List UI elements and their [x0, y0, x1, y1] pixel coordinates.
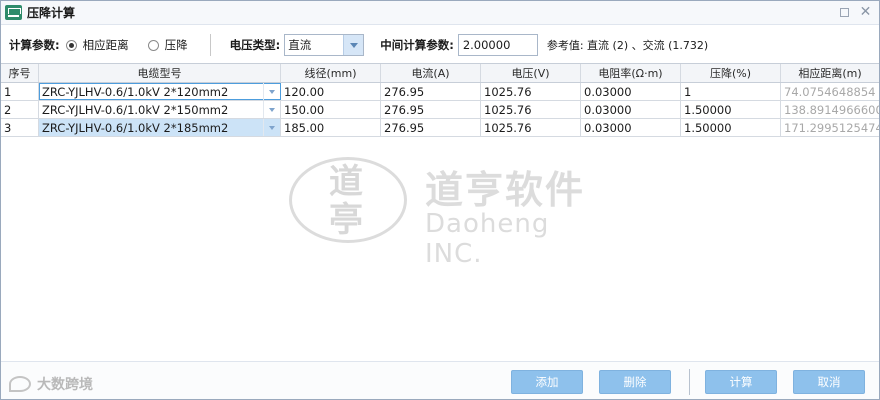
- mid-calc-value: 2.00000: [462, 38, 511, 52]
- delete-button[interactable]: 删除: [599, 370, 671, 394]
- header-current[interactable]: 电流(A): [381, 64, 481, 82]
- cell-distance: 171.2995125474: [784, 120, 879, 135]
- header-voltage[interactable]: 电压(V): [481, 64, 581, 82]
- bottom-watermark: 大数跨境: [9, 374, 93, 394]
- cell-resistivity[interactable]: 0.03000: [581, 101, 681, 118]
- cancel-button[interactable]: 取消: [793, 370, 865, 394]
- cell-current[interactable]: 276.95: [381, 83, 481, 100]
- chevron-down-icon[interactable]: [263, 119, 280, 136]
- header-wire-diameter[interactable]: 线径(mm): [281, 64, 381, 82]
- table-row[interactable]: 2 ZRC-YJLHV-0.6/1.0kV 2*150mm2 150.00 27…: [1, 101, 879, 119]
- mid-calc-input[interactable]: 2.00000: [457, 34, 538, 56]
- company-watermark: 道 亭 道亨软件 Daoheng INC.: [289, 151, 609, 269]
- watermark-company-en: Daoheng INC.: [425, 209, 550, 269]
- radio-drop-icon[interactable]: [147, 39, 159, 51]
- button-bar: 大数跨境 添加 删除 计算 取消: [1, 361, 879, 399]
- cell-distance: 138.8914966600: [784, 102, 879, 117]
- radio-drop-label: 压降: [164, 38, 188, 52]
- chevron-down-icon[interactable]: [263, 101, 280, 118]
- table-header: 序号 电缆型号 线径(mm) 电流(A) 电压(V) 电阻率(Ω·m) 压降(%…: [1, 64, 879, 83]
- cell-index[interactable]: 3: [1, 119, 39, 136]
- radio-distance-icon[interactable]: [65, 39, 77, 51]
- voltage-drop-dialog: 压降计算 ✕ 计算参数: 相应距离 压降 电压类型: 直流 中间计算参数: 2.…: [0, 0, 880, 400]
- cell-voltage[interactable]: 1025.76: [481, 119, 581, 136]
- param-divider: [209, 34, 211, 56]
- voltage-type-value: 直流: [288, 38, 312, 52]
- chevron-down-icon[interactable]: [343, 35, 364, 55]
- table-row[interactable]: 3 ZRC-YJLHV-0.6/1.0kV 2*185mm2 185.00 27…: [1, 119, 879, 137]
- chevron-down-icon[interactable]: [263, 83, 280, 100]
- watermark-glyph-top: 道: [329, 162, 363, 202]
- cell-index[interactable]: 1: [1, 83, 39, 100]
- cell-resistivity[interactable]: 0.03000: [581, 119, 681, 136]
- radio-distance-label: 相应距离: [82, 38, 129, 52]
- table-row[interactable]: 1 ZRC-YJLHV-0.6/1.0kV 2*120mm2 120.00 27…: [1, 83, 879, 101]
- title-bar: 压降计算 ✕: [1, 1, 879, 25]
- cable-model-value: ZRC-YJLHV-0.6/1.0kV 2*185mm2: [42, 120, 229, 135]
- watermark-company-cn: 道亨软件: [425, 168, 586, 212]
- cell-current[interactable]: 276.95: [381, 119, 481, 136]
- button-divider: [689, 369, 690, 395]
- cell-voltage-drop[interactable]: 1: [681, 83, 781, 100]
- parameter-row: 计算参数: 相应距离 压降 电压类型: 直流 中间计算参数: 2.00000 参…: [1, 29, 879, 61]
- cell-current[interactable]: 276.95: [381, 101, 481, 118]
- cell-resistivity[interactable]: 0.03000: [581, 83, 681, 100]
- cable-table: 序号 电缆型号 线径(mm) 电流(A) 电压(V) 电阻率(Ω·m) 压降(%…: [1, 63, 879, 137]
- header-resistivity[interactable]: 电阻率(Ω·m): [581, 64, 681, 82]
- cell-wire-diameter[interactable]: 150.00: [281, 101, 381, 118]
- cell-voltage[interactable]: 1025.76: [481, 101, 581, 118]
- cable-model-value: ZRC-YJLHV-0.6/1.0kV 2*120mm2: [42, 84, 229, 99]
- cell-cable-model-select[interactable]: ZRC-YJLHV-0.6/1.0kV 2*185mm2: [39, 119, 281, 136]
- watermark-glyph-bottom: 亭: [329, 200, 363, 240]
- header-voltage-drop[interactable]: 压降(%): [681, 64, 781, 82]
- reference-values: 参考值: 直流 (2) 、交流 (1.732): [546, 39, 709, 52]
- cell-voltage-drop[interactable]: 1.50000: [681, 101, 781, 118]
- cell-cable-model-select[interactable]: ZRC-YJLHV-0.6/1.0kV 2*150mm2: [39, 101, 281, 118]
- cell-voltage[interactable]: 1025.76: [481, 83, 581, 100]
- cell-index[interactable]: 2: [1, 101, 39, 118]
- window-title: 压降计算: [27, 6, 76, 20]
- cell-wire-diameter[interactable]: 185.00: [281, 119, 381, 136]
- cell-distance: 74.0754648854: [784, 84, 876, 99]
- cell-cable-model-select[interactable]: ZRC-YJLHV-0.6/1.0kV 2*120mm2: [39, 83, 281, 100]
- header-distance[interactable]: 相应距离(m): [781, 64, 879, 82]
- header-cable-model[interactable]: 电缆型号: [39, 64, 281, 82]
- header-index[interactable]: 序号: [1, 64, 39, 82]
- maximize-icon[interactable]: [838, 6, 851, 19]
- close-icon[interactable]: ✕: [859, 5, 872, 19]
- app-icon: [5, 5, 22, 20]
- calc-params-label: 计算参数:: [9, 38, 60, 52]
- voltage-type-select[interactable]: 直流: [284, 34, 365, 56]
- voltage-type-label: 电压类型:: [229, 38, 281, 52]
- watermark-logo-icon: [9, 376, 31, 392]
- radio-distance-option[interactable]: 相应距离: [65, 37, 129, 53]
- add-button[interactable]: 添加: [511, 370, 583, 394]
- radio-drop-option[interactable]: 压降: [147, 37, 188, 53]
- mid-calc-label: 中间计算参数:: [380, 38, 454, 52]
- cell-voltage-drop[interactable]: 1.50000: [681, 119, 781, 136]
- calculate-button[interactable]: 计算: [705, 370, 777, 394]
- cell-wire-diameter[interactable]: 120.00: [281, 83, 381, 100]
- cable-model-value: ZRC-YJLHV-0.6/1.0kV 2*150mm2: [42, 102, 229, 117]
- bottom-watermark-text: 大数跨境: [37, 377, 93, 393]
